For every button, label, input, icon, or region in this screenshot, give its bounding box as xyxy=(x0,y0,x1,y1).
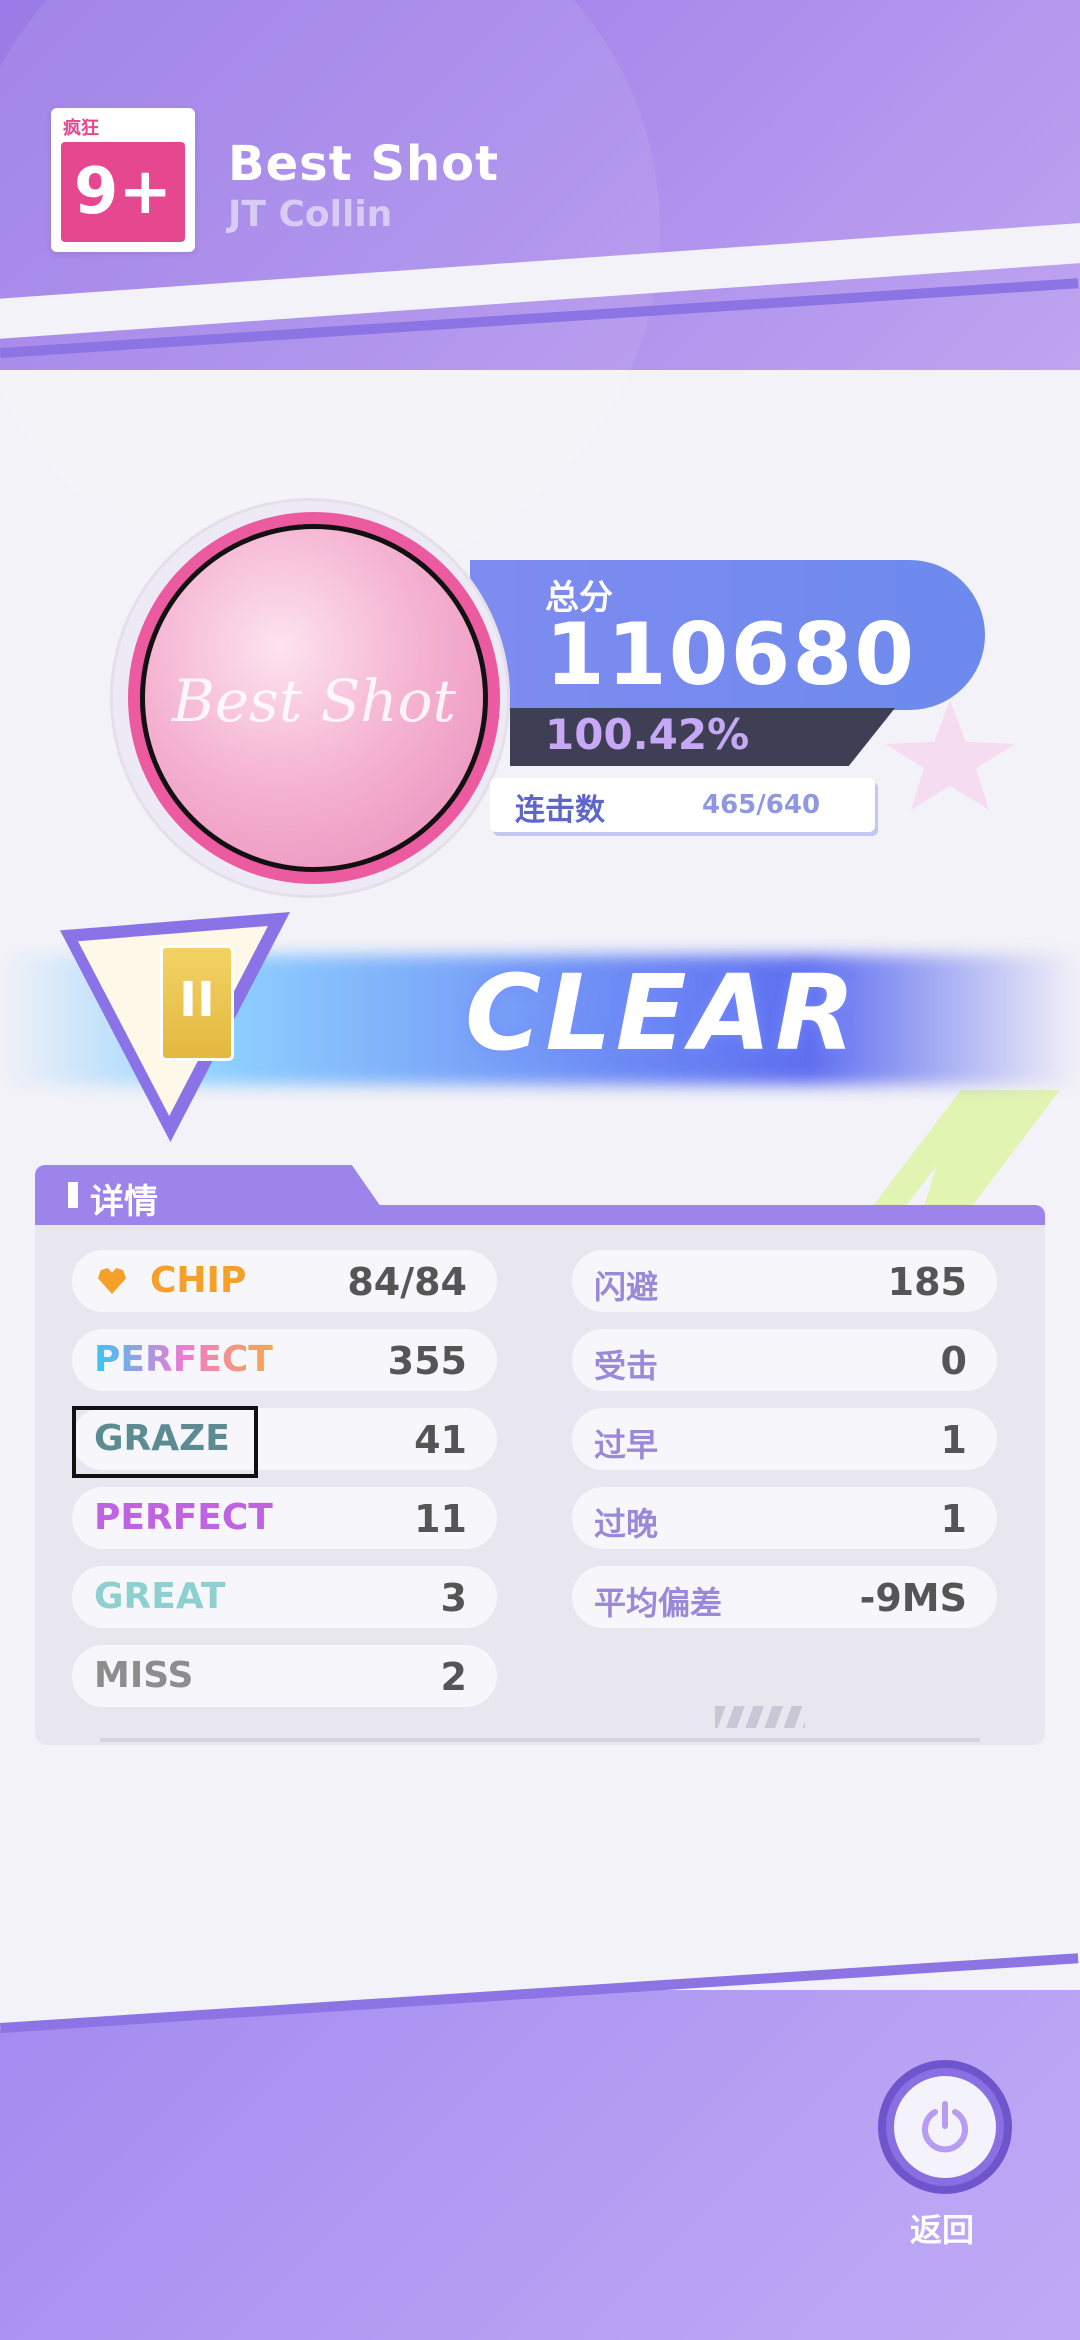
back-button-label[interactable]: 返回 xyxy=(910,2205,974,2251)
stat-row-dodge: 闪避 185 xyxy=(572,1250,997,1312)
combo-label: 连击数 xyxy=(515,793,605,828)
stat-row-early: 过早 1 xyxy=(572,1408,997,1470)
stat-value: 1 xyxy=(940,1418,967,1462)
highlight-box xyxy=(72,1406,258,1478)
panel-divider xyxy=(100,1738,980,1742)
stat-label: 平均偏差 xyxy=(594,1584,723,1622)
panel-decoration xyxy=(715,1706,805,1728)
back-button[interactable] xyxy=(878,2060,1012,2194)
stat-row-great: GREAT 3 xyxy=(72,1566,497,1628)
rank-icon: II xyxy=(160,945,234,1061)
details-tab-marker xyxy=(68,1182,78,1208)
stat-value: 11 xyxy=(414,1497,467,1541)
stat-row-perfect-rainbow: PERFECT 355 xyxy=(72,1329,497,1391)
stat-label: PERFECT xyxy=(94,1339,273,1380)
clear-status: CLEAR xyxy=(465,952,860,1074)
stat-value: 84/84 xyxy=(347,1260,467,1304)
heart-icon xyxy=(98,1268,126,1294)
stat-value: 185 xyxy=(887,1260,967,1304)
stat-label: 过晚 xyxy=(594,1505,659,1543)
stat-row-late: 过晚 1 xyxy=(572,1487,997,1549)
accuracy-value: 100.42% xyxy=(545,710,750,759)
difficulty-badge: 疯狂 9+ xyxy=(51,108,195,252)
combo-value: 465/640 xyxy=(702,790,821,820)
song-artist: JT Collin xyxy=(228,194,393,235)
stat-value: -9MS xyxy=(859,1576,967,1620)
stat-label: 受击 xyxy=(594,1347,659,1385)
stat-label: 过早 xyxy=(594,1426,659,1464)
stat-label: 闪避 xyxy=(594,1268,659,1306)
stat-value: 3 xyxy=(440,1576,467,1620)
stat-value: 2 xyxy=(440,1655,467,1699)
cover-title-text: Best Shot xyxy=(172,667,456,735)
power-icon xyxy=(922,2101,968,2153)
song-title: Best Shot xyxy=(228,136,500,192)
difficulty-label: 疯狂 xyxy=(63,118,99,139)
stat-label: GREAT xyxy=(94,1576,226,1617)
stat-label: MISS xyxy=(94,1655,194,1696)
stat-label: CHIP xyxy=(150,1260,247,1301)
stat-row-avg-offset: 平均偏差 -9MS xyxy=(572,1566,997,1628)
stat-value: 1 xyxy=(940,1497,967,1541)
level-value: 9+ xyxy=(61,142,185,242)
song-cover-art: Best Shot xyxy=(140,524,488,872)
star-decoration xyxy=(885,700,1015,810)
stat-value: 41 xyxy=(414,1418,467,1462)
score-value: 110680 xyxy=(545,605,917,705)
stat-label: PERFECT xyxy=(94,1497,273,1538)
details-tab-label: 详情 xyxy=(90,1182,158,1222)
stat-row-hit: 受击 0 xyxy=(572,1329,997,1391)
back-button-inner xyxy=(894,2076,996,2178)
stat-row-perfect: PERFECT 11 xyxy=(72,1487,497,1549)
stat-row-chip: CHIP 84/84 xyxy=(72,1250,497,1312)
stat-value: 355 xyxy=(387,1339,467,1383)
stat-value: 0 xyxy=(940,1339,967,1383)
stat-row-miss: MISS 2 xyxy=(72,1645,497,1707)
